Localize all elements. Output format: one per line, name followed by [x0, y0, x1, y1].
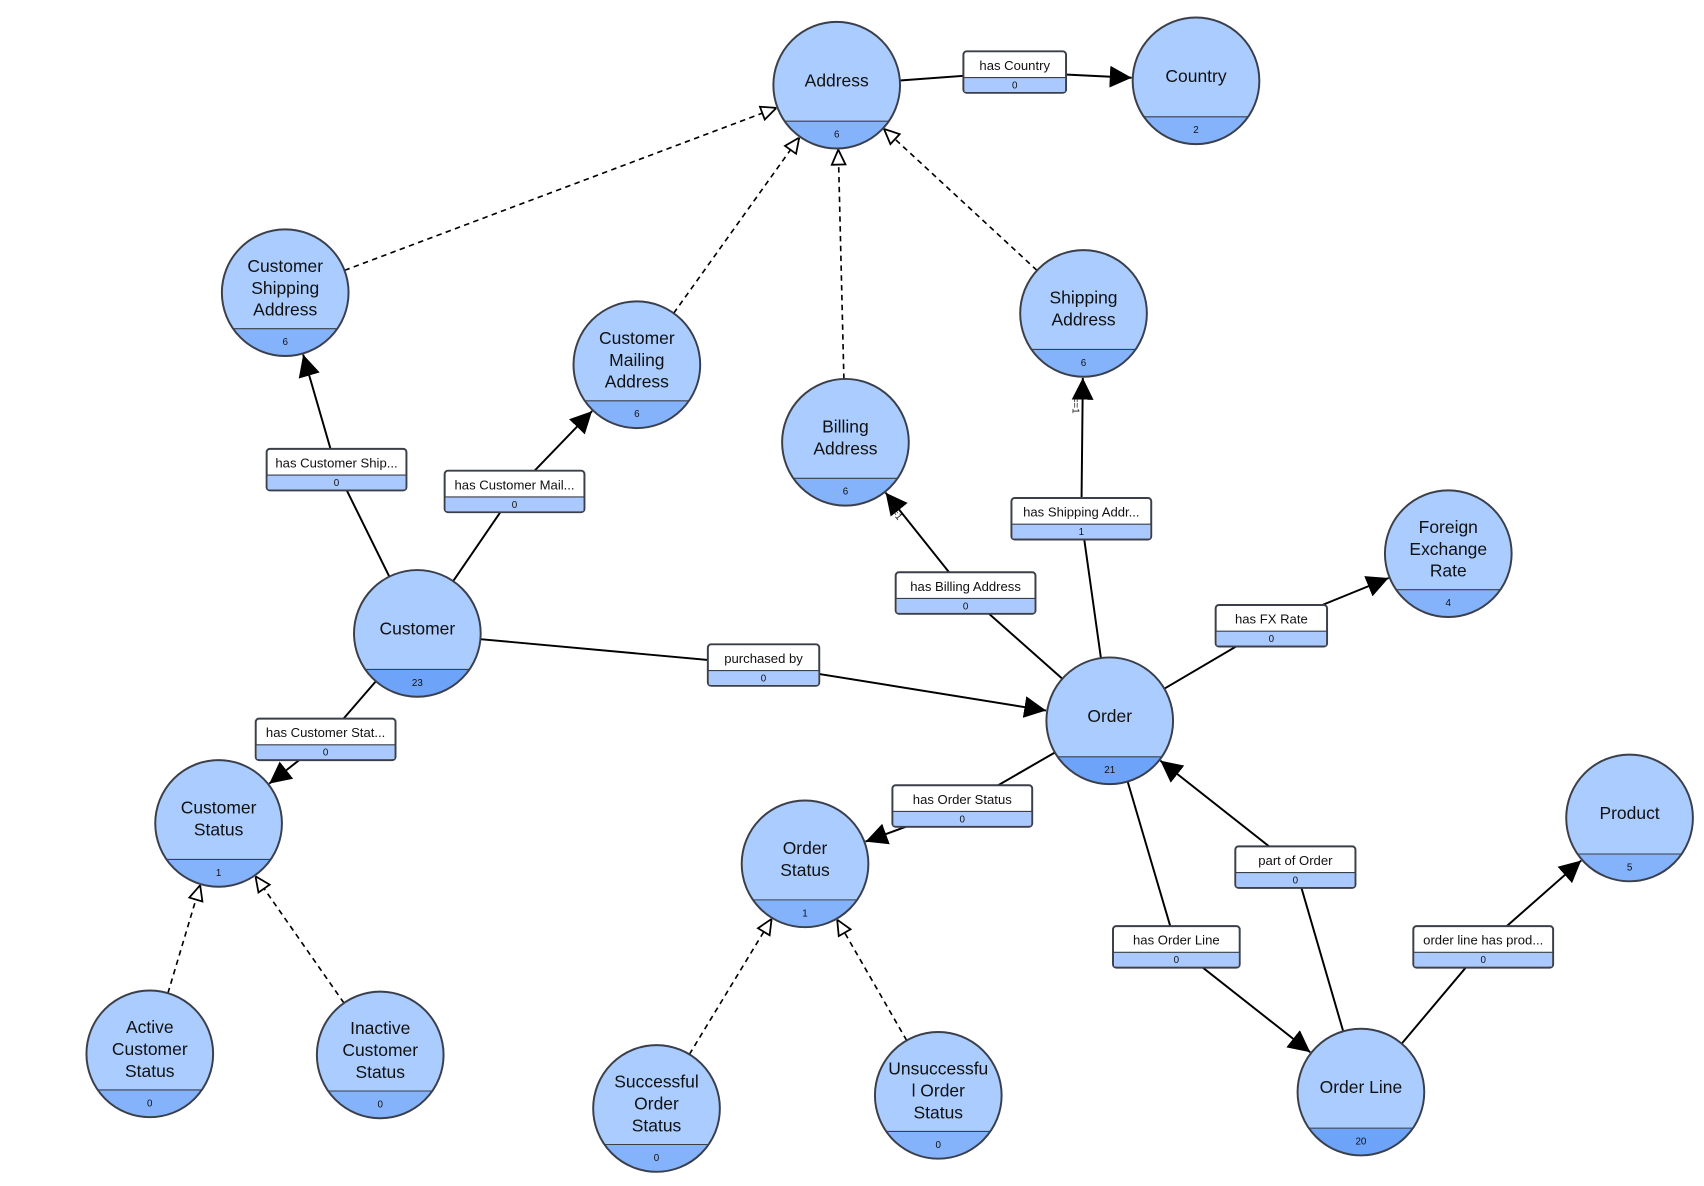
node-count: 2 [1193, 125, 1198, 136]
node-customer[interactable]: Customer 23 [353, 569, 482, 702]
edges-layer: ==1 ==1 [167, 65, 1582, 1055]
relation-count: 0 [1480, 955, 1486, 966]
node-customer-mailing-address[interactable]: Customer Mailing Address 6 [572, 300, 702, 433]
edge-labels-layer: has Country0has Customer Ship...0 has Cus… [254, 50, 1555, 969]
subclass-edge-customer-shipping-address[interactable] [344, 108, 776, 272]
subclass-edge-shipping-address[interactable] [884, 129, 1038, 272]
relation-name: has Customer Ship... [275, 455, 397, 470]
node-order[interactable]: Order 21 [1045, 656, 1175, 789]
relation-label-7[interactable]: has Customer Stat... 0 [254, 717, 397, 762]
nodes-layer: Address6Country2Customer Shipping Address6… [85, 16, 1694, 1177]
relation-label-11[interactable]: order line has prod... 0 [1412, 925, 1555, 969]
node-count: 0 [936, 1140, 942, 1151]
ontology-diagram: ==1==1 Address6Country2Customer Shipping A… [85, 16, 1694, 1177]
node-foreign-exchange-rate[interactable]: Foreign Exchange Rate4 [1383, 489, 1513, 622]
node-name: Order Line [1320, 1077, 1403, 1097]
node-billing-address[interactable]: Billing Address 6 [781, 377, 910, 511]
node-count: 23 [412, 678, 423, 689]
subclass-edge-successful-order-status[interactable] [688, 919, 771, 1055]
relation-edge-10[interactable] [1126, 781, 1311, 1054]
node-name: Order [1087, 706, 1132, 726]
node-country[interactable]: Country 2 [1131, 16, 1261, 149]
node-name: Country [1165, 66, 1226, 86]
relation-name: has Customer Stat... [266, 725, 385, 740]
relation-count: 0 [960, 814, 966, 825]
node-shipping-address[interactable]: Shipping Address 6 [1019, 249, 1148, 382]
node-count: 1 [802, 908, 807, 919]
relation-name: has Customer Mail... [455, 477, 575, 492]
relation-name: has Country [979, 58, 1050, 73]
node-customer-status[interactable]: Customer Status1 [154, 759, 283, 892]
relation-name: has Shipping Addr... [1023, 505, 1139, 520]
node-name: Customer [379, 618, 455, 638]
node-product[interactable]: Product 5 [1565, 753, 1694, 887]
relation-label-0[interactable]: has Country 0 [962, 50, 1068, 94]
node-count: 0 [147, 1098, 153, 1109]
node-name: Product [1599, 803, 1659, 823]
relation-label-10[interactable]: has Order Line 0 [1112, 925, 1241, 969]
subclass-edge-unsuccessful-order-status[interactable] [837, 920, 908, 1041]
relation-count: 0 [1174, 955, 1180, 966]
relation-count: 1 [1079, 527, 1084, 538]
relation-name: has Order Line [1133, 933, 1220, 948]
relation-name: order line has prod... [1423, 933, 1543, 948]
relation-label-8[interactable]: has Order Status 0 [891, 784, 1034, 828]
node-successful-order-status[interactable]: Successful Order Status0 [592, 1044, 721, 1177]
relation-name: has FX Rate [1235, 612, 1308, 627]
relation-count: 0 [963, 601, 969, 612]
relation-label-4[interactable]: has Shipping Addr... 1 [1010, 497, 1153, 541]
relation-name: has Billing Address [910, 579, 1021, 594]
node-count: 0 [654, 1153, 660, 1164]
node-name: Billing Address [813, 416, 877, 458]
node-name: Order Status [780, 838, 830, 880]
node-unsuccessful-order-status[interactable]: Unsuccessfu l Order Status0 [873, 1031, 1003, 1164]
subclass-edge-billing-address[interactable] [838, 150, 844, 379]
relation-label-5[interactable]: has FX Rate 0 [1214, 604, 1329, 648]
node-active-customer-status[interactable]: Active Customer Status0 [85, 989, 215, 1123]
relation-label-1[interactable]: has Customer Ship... 0 [265, 447, 408, 492]
relation-count: 0 [761, 673, 767, 684]
relation-name: has Order Status [913, 792, 1012, 807]
relation-label-3[interactable]: has Billing Address 0 [894, 571, 1037, 615]
relation-edge-9[interactable] [1159, 759, 1345, 1032]
subclass-edge-customer-mailing-address[interactable] [673, 138, 800, 314]
relation-name: purchased by [724, 651, 803, 666]
subclass-edge-inactive-customer-status[interactable] [255, 876, 345, 1004]
relation-count: 0 [1269, 634, 1275, 645]
node-name: Shipping Address [1050, 288, 1118, 330]
relation-count: 0 [1293, 875, 1299, 886]
node-count: 6 [834, 130, 840, 141]
node-address[interactable]: Address 6 [772, 20, 902, 154]
node-name: Customer Shipping Address [247, 256, 323, 320]
relation-count: 0 [512, 500, 518, 511]
node-name: Customer Mailing Address [599, 328, 675, 392]
node-count: 6 [282, 337, 288, 348]
cardinality-label: ==1 [885, 502, 904, 522]
node-count: 1 [216, 868, 221, 879]
node-inactive-customer-status[interactable]: Inactive Customer Status0 [315, 990, 445, 1124]
relation-count: 0 [323, 748, 329, 759]
node-order-status[interactable]: Order Status 1 [740, 799, 870, 932]
node-count: 21 [1104, 765, 1115, 776]
node-order-line[interactable]: Order Line 20 [1296, 1027, 1426, 1161]
relation-count: 0 [1012, 80, 1018, 91]
node-count: 20 [1355, 1137, 1366, 1148]
node-count: 0 [377, 1099, 383, 1110]
node-count: 6 [1081, 358, 1087, 369]
relation-label-6[interactable]: purchased by 0 [706, 643, 821, 687]
node-customer-shipping-address[interactable]: Customer Shipping Address 6 [220, 228, 350, 361]
node-count: 4 [1446, 598, 1452, 609]
node-count: 5 [1627, 862, 1633, 873]
cardinality-label: ==1 [1070, 397, 1081, 414]
node-count: 6 [634, 409, 640, 420]
relation-name: part of Order [1258, 853, 1333, 868]
subclass-edge-active-customer-status[interactable] [167, 885, 200, 994]
relation-label-2[interactable]: has Customer Mail... 0 [443, 469, 586, 514]
node-count: 6 [843, 487, 849, 498]
node-name: Address [805, 70, 869, 90]
relation-count: 0 [334, 478, 340, 489]
relation-label-9[interactable]: part of Order 0 [1234, 845, 1357, 889]
